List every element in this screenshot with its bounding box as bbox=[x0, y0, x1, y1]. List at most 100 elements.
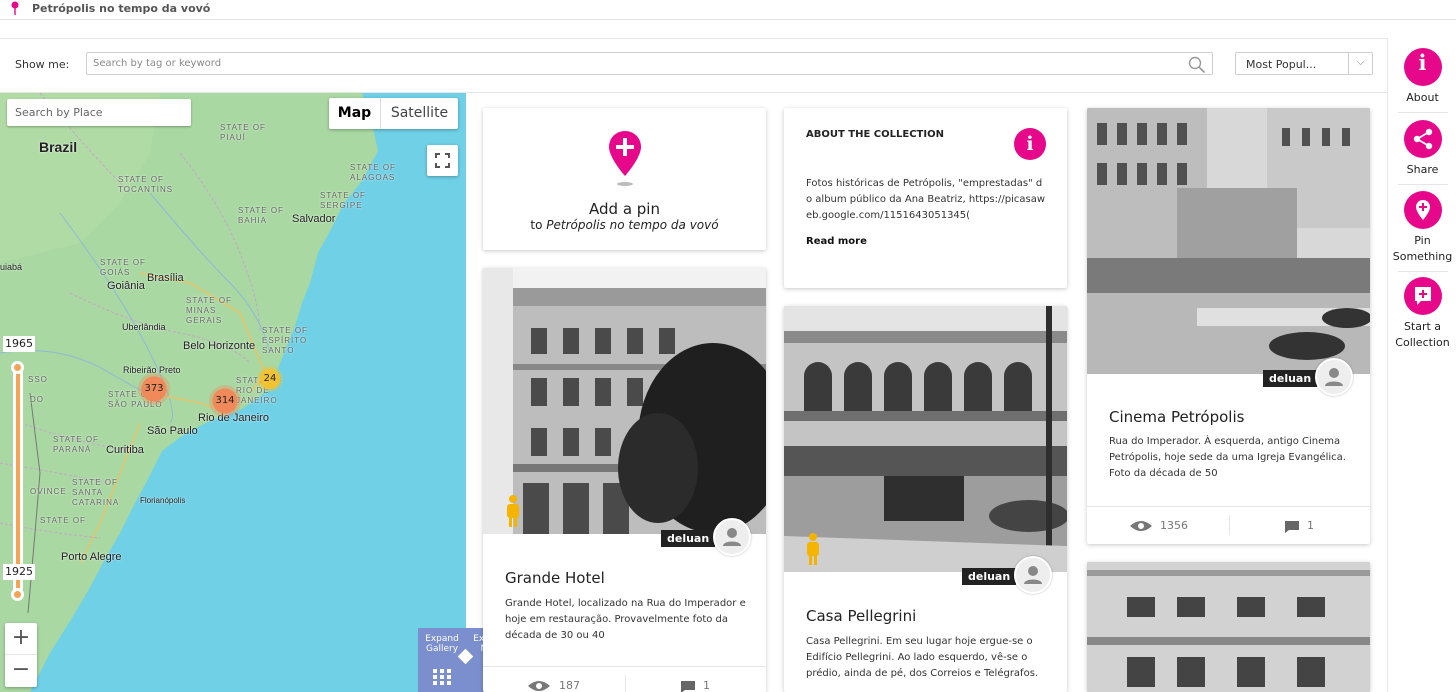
map-label-tocantins: STATE OF TOCANTINS bbox=[118, 175, 174, 194]
grid-icon bbox=[433, 669, 451, 685]
share-icon bbox=[1403, 120, 1442, 158]
pin-something-label: Pin Something bbox=[1392, 234, 1453, 263]
fullscreen-icon bbox=[435, 153, 450, 168]
add-pin-subtitle: to Petrópolis no tempo da vovó bbox=[483, 218, 766, 232]
sort-select[interactable]: Most Popul... ⌵ bbox=[1235, 52, 1373, 75]
map-label-minas: STATE OF MINAS GERAIS bbox=[186, 296, 232, 325]
zoom-in-button[interactable]: + bbox=[5, 623, 37, 655]
start-collection-button[interactable]: Start a Collection bbox=[1388, 277, 1456, 351]
stats-divider bbox=[1228, 515, 1230, 535]
pin-card-grande-hotel[interactable]: deluan Grande Hotel Grande Hotel, locali… bbox=[483, 268, 766, 692]
time-slider-handle-top[interactable] bbox=[11, 361, 24, 374]
view-count: 1356 bbox=[1160, 519, 1188, 532]
map-label-porto-alegre: Porto Alegre bbox=[61, 551, 122, 563]
map-cluster-marker[interactable]: 373 bbox=[138, 373, 170, 405]
map-label-do: DO bbox=[30, 395, 44, 404]
building-photo bbox=[483, 268, 766, 534]
expand-gallery-label: Expand Gallery bbox=[425, 634, 459, 654]
pin-card[interactable] bbox=[1087, 562, 1370, 692]
pin-title[interactable]: Casa Pellegrini bbox=[806, 607, 916, 625]
user-icon bbox=[723, 528, 741, 546]
add-pin-title: Add a pin bbox=[589, 200, 660, 218]
add-pin-icon bbox=[1403, 191, 1442, 229]
place-search-input[interactable]: Search by Place bbox=[7, 99, 191, 126]
add-collection-icon bbox=[1403, 277, 1442, 315]
comment-icon bbox=[1285, 521, 1299, 533]
about-text: Fotos históricas de Petrópolis, "emprest… bbox=[806, 178, 1046, 221]
pin-card-cinema-petropolis[interactable]: deluan Cinema Petrópolis Rua do Imperado… bbox=[1087, 108, 1370, 544]
search-input[interactable]: Search by tag or keyword bbox=[86, 52, 1213, 75]
pegman-icon[interactable] bbox=[804, 532, 822, 566]
filter-toolbar: Show me: Search by tag or keyword Most P… bbox=[0, 38, 1387, 93]
avatar[interactable] bbox=[713, 518, 751, 556]
map-label-salvador: Salvador bbox=[292, 213, 336, 225]
map-type-toggle: Map Satellite bbox=[329, 98, 458, 129]
collection-title[interactable]: Petrópolis no tempo da vovó bbox=[32, 2, 210, 15]
map-type-satellite-button[interactable]: Satellite bbox=[381, 98, 458, 129]
building-photo bbox=[784, 306, 1067, 572]
avatar[interactable] bbox=[1315, 358, 1353, 396]
pin-something-button[interactable]: Pin Something bbox=[1388, 191, 1456, 265]
expand-gallery-button[interactable]: Expand Gallery bbox=[418, 628, 466, 692]
map-label-florianopolis: Florianópolis bbox=[140, 496, 186, 505]
app-header: Petrópolis no tempo da vovó bbox=[0, 0, 1456, 20]
info-icon: i bbox=[1014, 128, 1046, 160]
eye-icon bbox=[528, 681, 550, 691]
map-label-curitiba: Curitiba bbox=[106, 444, 144, 456]
map-label-alagoas: STATE OF ALAGOAS bbox=[350, 163, 396, 182]
pin-photo-grande-hotel[interactable] bbox=[483, 268, 766, 534]
pin-card-casa-pellegrini[interactable]: deluan Casa Pellegrini Casa Pellegrini. … bbox=[784, 306, 1067, 692]
pin-photo-casa-pellegrini[interactable] bbox=[784, 306, 1067, 572]
user-icon bbox=[1325, 368, 1343, 386]
map-label-uiaba: uiabá bbox=[0, 262, 23, 272]
start-collection-label: Start a Collection bbox=[1395, 320, 1450, 349]
map-label-goias: STATE OF GOIÁS bbox=[100, 258, 146, 277]
action-sidebar: i About Share Pin Something Start a Coll… bbox=[1387, 38, 1456, 692]
map-panel[interactable]: Brazil STATE OF PIAUÍ STATE OF ALAGOAS S… bbox=[0, 93, 466, 692]
add-pin-icon bbox=[609, 131, 641, 186]
map-label-ovince: OVINCE bbox=[30, 487, 67, 496]
map-cluster-marker[interactable]: 24 bbox=[257, 366, 283, 392]
map-label-santa-catarina: STATE OF SANTA CATARINA bbox=[72, 478, 120, 507]
search-icon[interactable] bbox=[1188, 56, 1206, 74]
about-button[interactable]: i About bbox=[1388, 48, 1456, 106]
chevron-down-icon[interactable]: ⌵ bbox=[1348, 53, 1372, 74]
street-photo bbox=[1087, 108, 1370, 374]
user-icon bbox=[1024, 566, 1042, 584]
map-label-uberlandia: Uberlândia bbox=[122, 322, 166, 332]
pin-title[interactable]: Grande Hotel bbox=[505, 569, 605, 587]
pin-author[interactable]: deluan bbox=[661, 530, 716, 547]
info-icon: i bbox=[1403, 48, 1442, 86]
year-start-label: 1965 bbox=[3, 336, 35, 352]
pin-description: Rua do Imperador. À esquerda, antigo Cin… bbox=[1109, 436, 1346, 479]
building-photo bbox=[1087, 562, 1370, 692]
fullscreen-button[interactable] bbox=[427, 145, 458, 176]
about-label: About bbox=[1406, 91, 1439, 104]
map-label-espirito: STATE OF ESPÍRITO SANTO bbox=[262, 326, 308, 355]
zoom-out-button[interactable]: − bbox=[5, 655, 37, 687]
pin-photo[interactable] bbox=[1087, 562, 1370, 692]
year-end-label: 1925 bbox=[3, 564, 35, 580]
map-label-goiania: Goiânia bbox=[107, 280, 145, 292]
share-button[interactable]: Share bbox=[1388, 120, 1456, 178]
map-label-brasilia: Brasília bbox=[147, 272, 184, 284]
map-type-map-button[interactable]: Map bbox=[329, 98, 381, 129]
avatar[interactable] bbox=[1014, 556, 1052, 594]
pin-author[interactable]: deluan bbox=[962, 568, 1017, 585]
map-cluster-marker[interactable]: 314 bbox=[209, 385, 241, 417]
comment-count: 1 bbox=[703, 679, 710, 692]
comment-count: 1 bbox=[1307, 519, 1314, 532]
time-slider-handle-bottom[interactable] bbox=[11, 588, 24, 601]
place-search-placeholder: Search by Place bbox=[15, 106, 103, 119]
add-pin-card[interactable]: Add a pin to Petrópolis no tempo da vovó bbox=[483, 108, 766, 250]
eye-icon bbox=[1130, 521, 1152, 531]
pin-photo-cinema-petropolis[interactable] bbox=[1087, 108, 1370, 374]
map-label-bahia: STATE OF BAHIA bbox=[238, 206, 284, 225]
map-label-piaui: STATE OF PIAUÍ bbox=[220, 123, 266, 142]
zoom-control: + − bbox=[5, 623, 37, 687]
pin-title[interactable]: Cinema Petrópolis bbox=[1109, 408, 1244, 426]
sidebar-divider bbox=[1398, 112, 1448, 113]
read-more-link[interactable]: Read more bbox=[806, 236, 867, 247]
pegman-icon[interactable] bbox=[504, 494, 522, 528]
pin-author[interactable]: deluan bbox=[1263, 370, 1318, 387]
